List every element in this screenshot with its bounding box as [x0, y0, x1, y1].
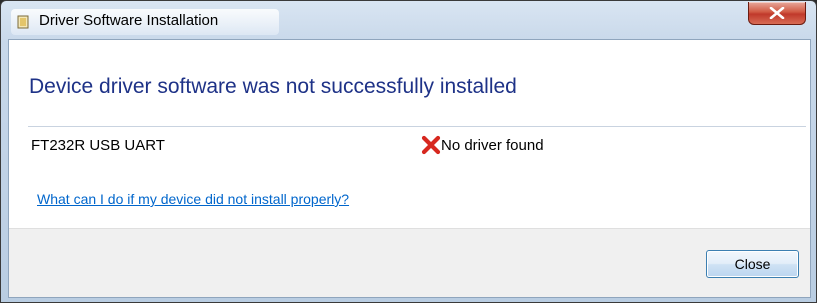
dialog-footer: Close [9, 228, 810, 297]
window-title: Driver Software Installation [39, 12, 219, 29]
device-name: FT232R USB UART [31, 137, 165, 154]
close-x-icon [769, 7, 785, 19]
page-title: Device driver software was not successfu… [29, 75, 517, 98]
title-bar[interactable]: Driver Software Installation [1, 1, 816, 39]
divider [28, 126, 806, 127]
driver-install-window: Driver Software Installation Device driv… [0, 0, 817, 303]
window-close-button[interactable] [748, 2, 806, 25]
dialog-content: Device driver software was not successfu… [8, 39, 811, 298]
driver-install-icon [17, 15, 29, 29]
help-link[interactable]: What can I do if my device did not insta… [37, 191, 349, 207]
error-x-icon [421, 135, 441, 155]
device-status: No driver found [441, 137, 544, 154]
close-button[interactable]: Close [706, 250, 799, 278]
